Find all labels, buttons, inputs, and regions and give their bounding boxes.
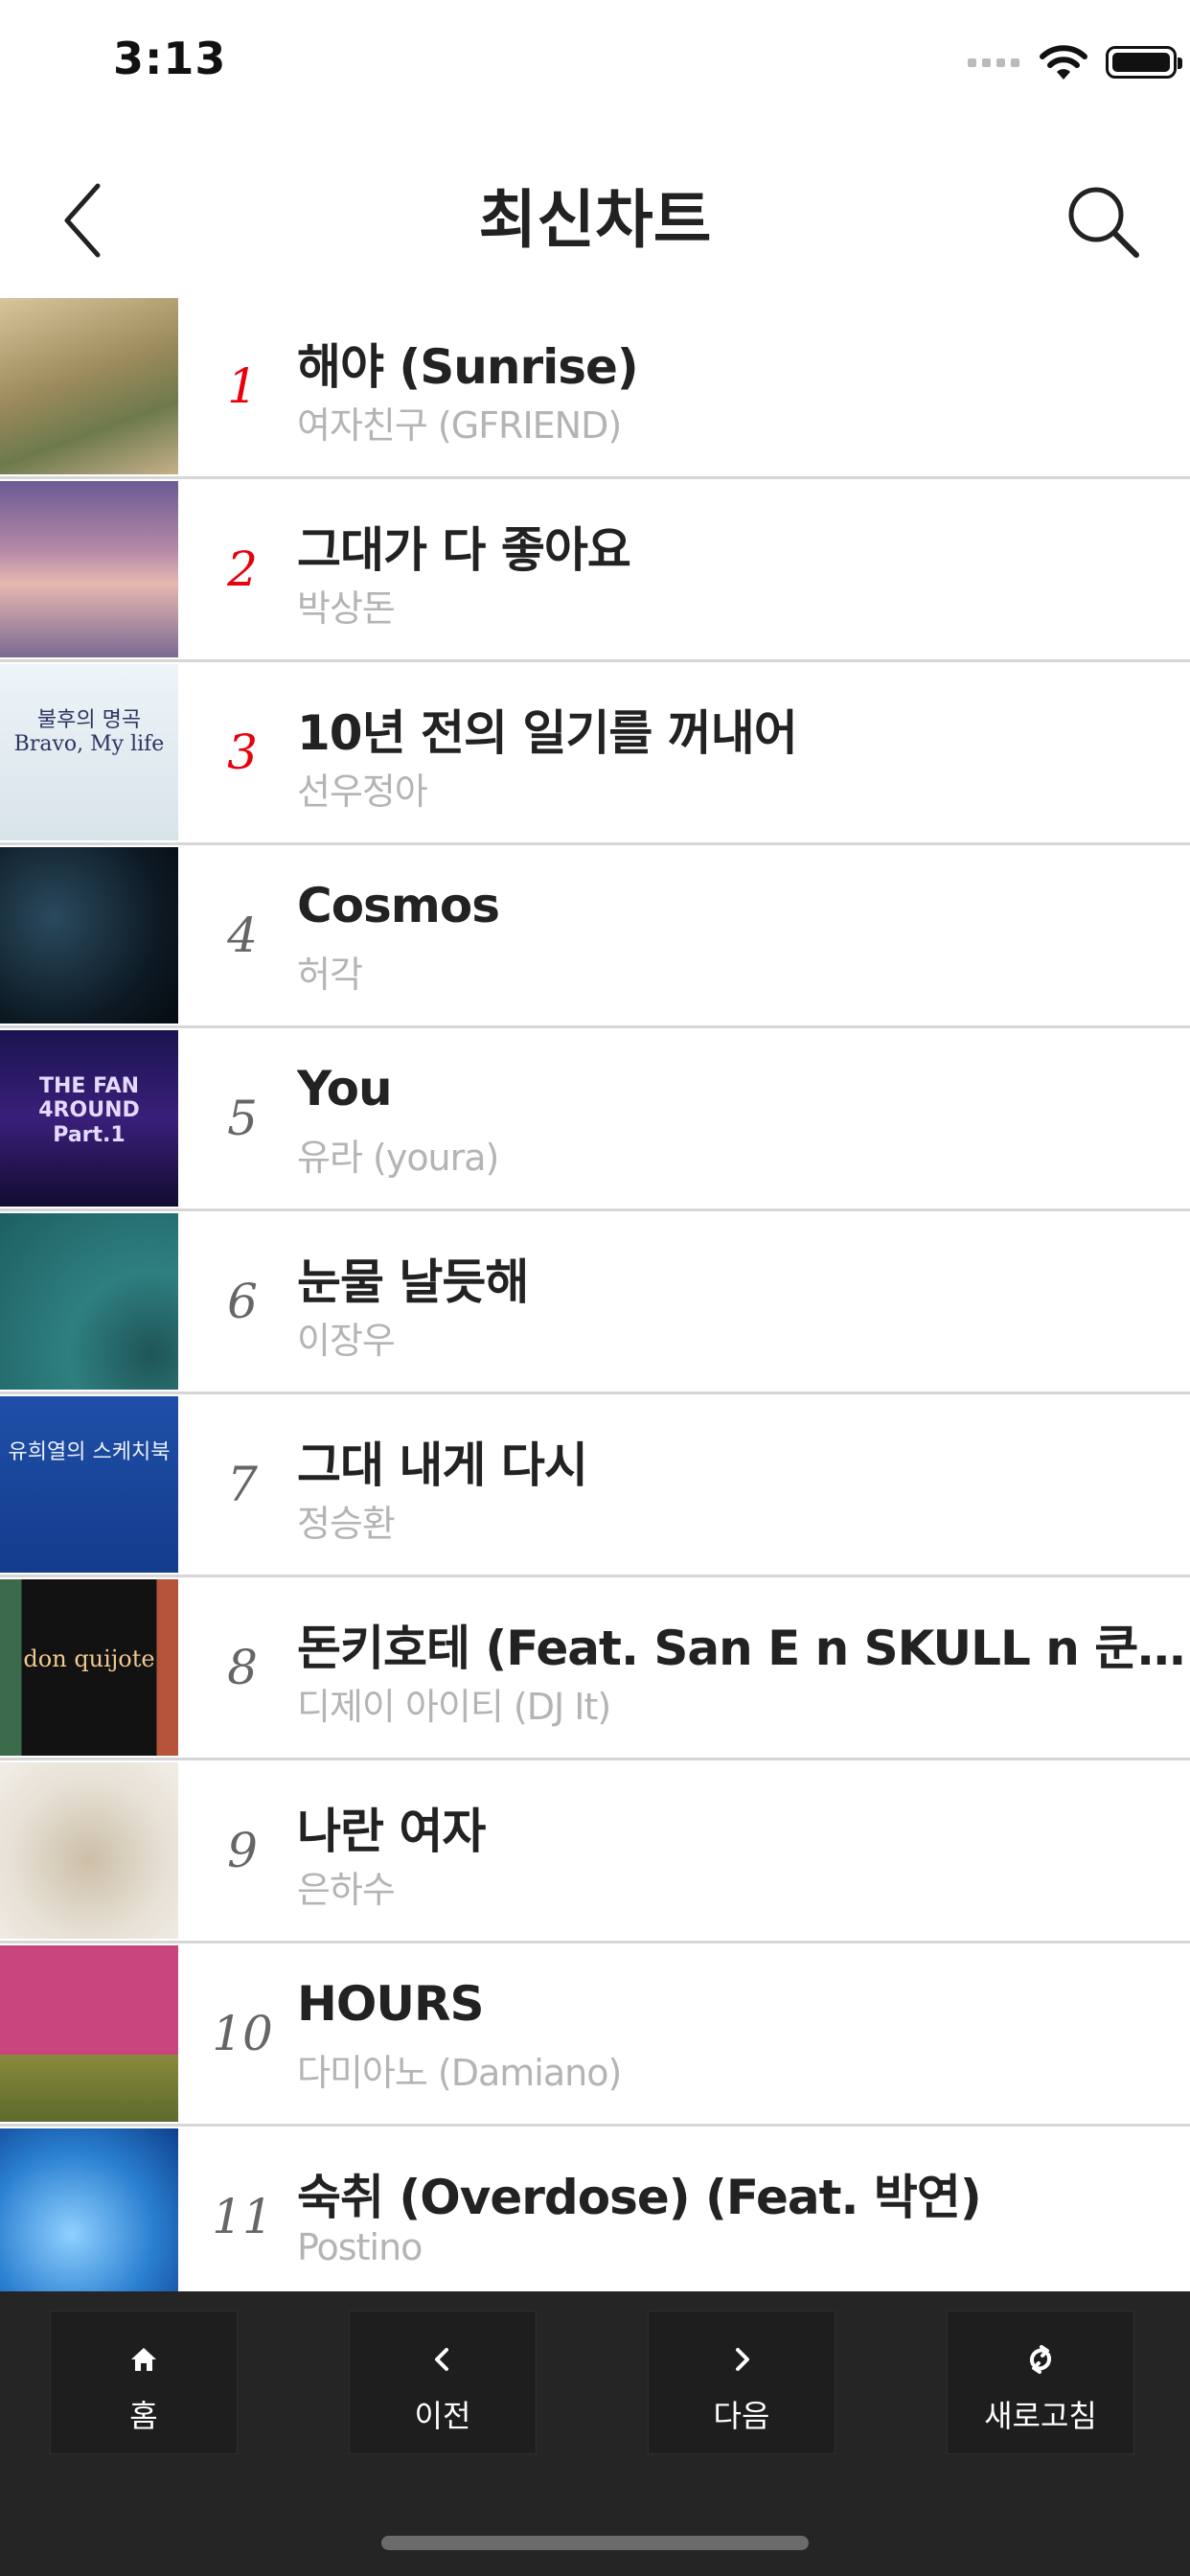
album-cover xyxy=(0,1213,178,1390)
bottom-toolbar: 홈 이전 다음 새로고침 xyxy=(0,2291,1190,2576)
artist-name: 선우정아 xyxy=(297,770,428,813)
song-title: 그대 내게 다시 xyxy=(297,1438,588,1493)
search-icon xyxy=(1068,187,1139,258)
artist-name: 은하수 xyxy=(297,1869,396,1911)
album-cover-text: don quijote xyxy=(23,1645,155,1672)
rank-number: 8 xyxy=(227,1640,258,1695)
page-title: 최신차트 xyxy=(478,183,712,257)
rank-number: 5 xyxy=(227,1091,258,1146)
artist-name: 이장우 xyxy=(297,1320,396,1362)
status-time: 3:13 xyxy=(113,33,227,84)
rank-number: 2 xyxy=(227,541,258,597)
artist-name: 여자친구 (GFRIEND) xyxy=(297,404,622,447)
rank-number: 4 xyxy=(227,908,258,963)
album-cover: don quijote xyxy=(0,1579,178,1756)
chart-row[interactable]: 유희열의 스케치북 7 그대 내게 다시 정승환 xyxy=(0,1394,1190,1577)
artist-name: 박상돈 xyxy=(297,587,396,630)
album-cover xyxy=(0,298,178,474)
chart-row[interactable]: 4 Cosmos 허각 xyxy=(0,845,1190,1028)
wifi-icon xyxy=(1040,45,1087,80)
album-cover: THE FAN 4ROUND Part.1 xyxy=(0,1030,178,1207)
rank-number: 7 xyxy=(227,1457,258,1512)
album-cover xyxy=(0,481,178,657)
album-cover xyxy=(0,2128,178,2305)
rank-number: 6 xyxy=(227,1274,258,1329)
chart-row[interactable]: 2 그대가 다 좋아요 박상돈 xyxy=(0,479,1190,662)
chart-row[interactable]: 11 숙취 (Overdose) (Feat. 박연) Postino xyxy=(0,2127,1190,2310)
chart-row[interactable]: 9 나란 여자 은하수 xyxy=(0,1760,1190,1944)
song-title: 돈키호테 (Feat. San E n SKULL n 쿤타 (Koonta)) xyxy=(297,1621,1190,1676)
album-cover-text: 불후의 명곡 Bravo, My life xyxy=(13,708,165,757)
chart-row[interactable]: don quijote 8 돈키호테 (Feat. San E n SKULL … xyxy=(0,1577,1190,1760)
home-button[interactable]: 홈 xyxy=(50,2311,238,2454)
song-title: 눈물 날듯해 xyxy=(297,1254,529,1310)
previous-button[interactable]: 이전 xyxy=(349,2311,537,2454)
album-cover: 유희열의 스케치북 xyxy=(0,1396,178,1573)
rank-number: 3 xyxy=(227,724,258,780)
album-cover-text: 유희열의 스케치북 xyxy=(8,1440,171,1464)
song-title: Cosmos xyxy=(297,878,500,933)
refresh-label: 새로고침 xyxy=(984,2398,1097,2434)
song-title: 10년 전의 일기를 꺼내어 xyxy=(297,705,798,761)
next-button[interactable]: 다음 xyxy=(648,2311,835,2454)
next-label: 다음 xyxy=(713,2398,770,2434)
chart-row[interactable]: 불후의 명곡 Bravo, My life 3 10년 전의 일기를 꺼내어 선… xyxy=(0,662,1190,845)
rank-number: 9 xyxy=(227,1823,258,1878)
previous-label: 이전 xyxy=(414,2398,471,2434)
home-indicator xyxy=(381,2536,809,2550)
song-title: 나란 여자 xyxy=(297,1804,486,1859)
chevron-left-icon xyxy=(435,2348,448,2371)
artist-name: 유라 (youra) xyxy=(297,1137,499,1179)
chart-row[interactable]: THE FAN 4ROUND Part.1 5 You 유라 (youra) xyxy=(0,1028,1190,1211)
song-title: You xyxy=(297,1061,393,1116)
refresh-button[interactable]: 새로고침 xyxy=(947,2311,1134,2454)
home-icon xyxy=(131,2348,156,2371)
cellular-signal-icon xyxy=(968,58,1019,67)
rank-number: 10 xyxy=(212,2006,273,2061)
chart-row[interactable]: 1 해야 (Sunrise) 여자친구 (GFRIEND) xyxy=(0,296,1190,479)
chart-list: 1 해야 (Sunrise) 여자친구 (GFRIEND) 2 그대가 다 좋아… xyxy=(0,296,1190,2310)
album-cover xyxy=(0,1762,178,1939)
album-cover xyxy=(0,1945,178,2122)
artist-name: Postino xyxy=(297,2226,423,2268)
chart-row[interactable]: 6 눈물 날듯해 이장우 xyxy=(0,1211,1190,1394)
album-cover: 불후의 명곡 Bravo, My life xyxy=(0,664,178,840)
artist-name: 다미아노 (Damiano) xyxy=(297,2052,622,2094)
album-cover xyxy=(0,847,178,1024)
song-title: 그대가 다 좋아요 xyxy=(297,522,631,578)
song-title: 숙취 (Overdose) (Feat. 박연) xyxy=(297,2170,982,2225)
artist-name: 정승환 xyxy=(297,1503,396,1545)
search-button[interactable] xyxy=(1056,172,1152,268)
refresh-icon xyxy=(1029,2345,1052,2374)
rank-number: 11 xyxy=(212,2189,273,2244)
album-cover-text: THE FAN 4ROUND Part.1 xyxy=(38,1074,140,1147)
song-title: HOURS xyxy=(297,1976,484,2032)
battery-icon xyxy=(1106,46,1182,79)
home-label: 홈 xyxy=(129,2398,158,2434)
artist-name: 디제이 아이티 (DJ It) xyxy=(297,1686,611,1728)
status-bar: 3:13 xyxy=(0,0,1190,126)
status-icons xyxy=(968,38,1182,86)
chart-row[interactable]: 10 HOURS 다미아노 (Damiano) xyxy=(0,1944,1190,2127)
navigation-bar: 최신차트 xyxy=(0,144,1190,288)
artist-name: 허각 xyxy=(297,954,363,996)
rank-number: 1 xyxy=(227,358,258,414)
song-title: 해야 (Sunrise) xyxy=(297,339,639,395)
chevron-right-icon xyxy=(736,2348,749,2371)
